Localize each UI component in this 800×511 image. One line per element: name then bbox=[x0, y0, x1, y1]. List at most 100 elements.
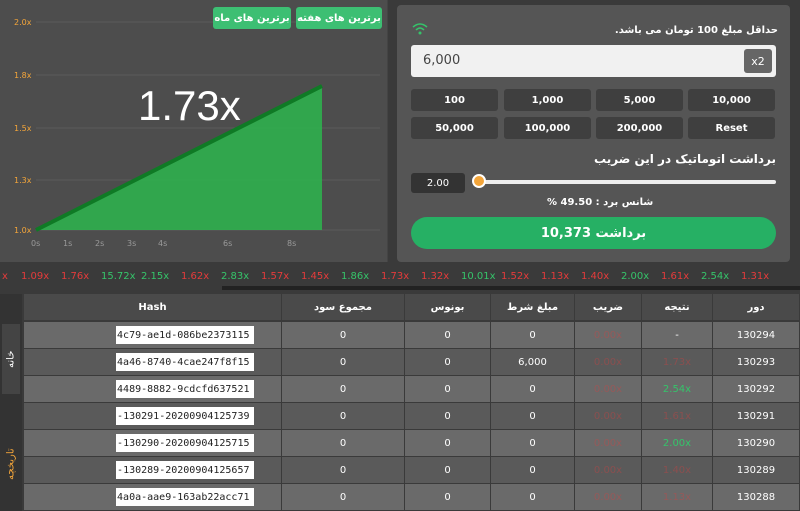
hash-field[interactable]: -130291-20200904125739 bbox=[115, 407, 254, 425]
win-chance: شانس برد : 49.50 % bbox=[547, 197, 654, 208]
multiplier-value: 0.00x bbox=[593, 356, 623, 368]
hash-cell: -130289-20200904125657 bbox=[24, 457, 282, 483]
multiplier-value: 0.00x bbox=[593, 437, 623, 449]
best-week-button[interactable]: برترین های هفته bbox=[296, 7, 382, 29]
hash-field[interactable]: -4489-8882-9cdcfd637521 bbox=[115, 380, 254, 398]
tab-home[interactable]: خانه bbox=[2, 324, 20, 394]
bet-cell: 0 bbox=[491, 322, 575, 348]
multiplier-cell: 0.00x bbox=[575, 430, 642, 456]
bet-cell: 0 bbox=[491, 376, 575, 402]
table-row: 130289 1.40x 0.00x 0 0 0 -130289-2020090412565… bbox=[24, 457, 800, 483]
result-cell: 2.54x bbox=[642, 376, 713, 402]
ticker-multiplier: x bbox=[2, 271, 8, 282]
bet-cell: 6,000 bbox=[491, 349, 575, 375]
multiplier-cell: 0.00x bbox=[575, 322, 642, 348]
side-tabs: خانه تاریخچه bbox=[0, 294, 22, 511]
quick-amount-button[interactable]: 100 bbox=[411, 89, 498, 111]
y-tick-label: 2.0x bbox=[14, 18, 32, 27]
result-value: 1.13x bbox=[662, 491, 692, 503]
best-month-button[interactable]: برترین های ماه bbox=[213, 7, 291, 29]
slider-handle[interactable] bbox=[472, 174, 486, 188]
ticker-multiplier: 15.72x bbox=[101, 271, 136, 282]
round-cell: 130290 bbox=[713, 430, 800, 456]
column-header: مبلغ شرط bbox=[491, 294, 575, 320]
quick-amount-button[interactable]: 1,000 bbox=[504, 89, 591, 111]
y-tick-label: 1.8x bbox=[14, 71, 32, 80]
x-tick-label: 3s bbox=[127, 239, 136, 248]
bonus-cell: 0 bbox=[405, 484, 491, 510]
result-cell: 2.00x bbox=[642, 430, 713, 456]
ticker-multiplier: 2.83x bbox=[221, 271, 250, 282]
ticker-multiplier: 1.09x bbox=[21, 271, 50, 282]
ticker-multiplier: 1.61x bbox=[661, 271, 690, 282]
result-value: 1.61x bbox=[662, 410, 692, 422]
column-header: دور bbox=[713, 294, 800, 320]
y-tick-label: 1.3x bbox=[14, 176, 32, 185]
profit-cell: 0 bbox=[282, 457, 405, 483]
y-tick-label: 1.5x bbox=[14, 124, 32, 133]
crash-chart-panel: 2.0x 1.8x 1.5x 1.3x 1.0x 0s 1s 2s 3s 4s 6s 8s برتر… bbox=[0, 0, 388, 262]
reset-button[interactable]: Reset bbox=[688, 117, 775, 139]
quick-amount-button[interactable]: 200,000 bbox=[596, 117, 683, 139]
hash-field[interactable]: -4a0a-aae9-163ab22acc71 bbox=[115, 488, 254, 506]
table-row: 130291 1.61x 0.00x 0 0 0 -130291-2020090412573… bbox=[24, 403, 800, 429]
profit-cell: 0 bbox=[282, 322, 405, 348]
quick-amount-button[interactable]: 50,000 bbox=[411, 117, 498, 139]
profit-cell: 0 bbox=[282, 349, 405, 375]
hash-cell: -130291-20200904125739 bbox=[24, 403, 282, 429]
column-header: مجموع سود bbox=[282, 294, 405, 320]
hash-field[interactable]: -4a46-8740-4cae247f8f15 bbox=[115, 353, 254, 371]
hash-cell: -4a46-8740-4cae247f8f15 bbox=[24, 349, 282, 375]
ticker-multiplier: 1.45x bbox=[301, 271, 330, 282]
double-button[interactable]: x2 bbox=[744, 49, 772, 73]
result-cell: 1.40x bbox=[642, 457, 713, 483]
hash-field[interactable]: -4c79-ae1d-086be2373115 bbox=[115, 326, 254, 344]
column-header: بونوس bbox=[405, 294, 491, 320]
table-row: 130293 1.73x 0.00x 6,000 0 0 -4a46-8740-4cae24… bbox=[24, 349, 800, 375]
current-multiplier: 1.73x bbox=[138, 82, 241, 129]
bonus-cell: 0 bbox=[405, 403, 491, 429]
table-row: 130288 1.13x 0.00x 0 0 0 -4a0a-aae9-163ab22acc… bbox=[24, 484, 800, 510]
x-tick-label: 0s bbox=[31, 239, 40, 248]
ticker-multiplier: 1.52x bbox=[501, 271, 530, 282]
auto-cashout-input[interactable]: 2.00 bbox=[411, 173, 465, 193]
quick-amount-button[interactable]: 100,000 bbox=[504, 117, 591, 139]
min-bet-note: حداقل مبلغ 100 تومان می باشد. bbox=[614, 25, 778, 36]
ticker-multiplier: 10.01x bbox=[461, 271, 496, 282]
ticker-multiplier: 1.13x bbox=[541, 271, 570, 282]
profit-cell: 0 bbox=[282, 484, 405, 510]
hash-field[interactable]: -130290-20200904125715 bbox=[115, 434, 254, 452]
wifi-icon bbox=[412, 23, 428, 35]
hash-cell: -4a0a-aae9-163ab22acc71 bbox=[24, 484, 282, 510]
bet-cell: 0 bbox=[491, 484, 575, 510]
bet-cell: 0 bbox=[491, 430, 575, 456]
bet-cell: 0 bbox=[491, 457, 575, 483]
round-cell: 130288 bbox=[713, 484, 800, 510]
round-cell: 130293 bbox=[713, 349, 800, 375]
multiplier-value: 0.00x bbox=[593, 410, 623, 422]
result-cell: 1.73x bbox=[642, 349, 713, 375]
x-tick-label: 1s bbox=[63, 239, 72, 248]
x-tick-label: 6s bbox=[223, 239, 232, 248]
ticker-multiplier: 2.00x bbox=[621, 271, 650, 282]
bonus-cell: 0 bbox=[405, 430, 491, 456]
cashout-button[interactable]: برداشت 10,373 bbox=[411, 217, 776, 249]
bet-cell: 0 bbox=[491, 403, 575, 429]
result-value: 1.73x bbox=[662, 356, 692, 368]
x-tick-label: 8s bbox=[287, 239, 296, 248]
x-tick-label: 2s bbox=[95, 239, 104, 248]
column-header: ضریب bbox=[575, 294, 642, 320]
crash-chart: 2.0x 1.8x 1.5x 1.3x 1.0x 0s 1s 2s 3s 4s 6s 8s bbox=[14, 18, 380, 248]
quick-amount-button[interactable]: 10,000 bbox=[688, 89, 775, 111]
tab-history[interactable]: تاریخچه bbox=[2, 424, 20, 504]
auto-cashout-slider[interactable] bbox=[477, 180, 776, 184]
ticker-scrollbar[interactable] bbox=[222, 286, 800, 290]
result-cell: 1.61x bbox=[642, 403, 713, 429]
ticker-multiplier: 1.31x bbox=[741, 271, 770, 282]
hash-field[interactable]: -130289-20200904125657 bbox=[115, 461, 254, 479]
bet-amount-input[interactable]: 6,000 x2 bbox=[411, 45, 776, 77]
hash-cell: -4489-8882-9cdcfd637521 bbox=[24, 376, 282, 402]
quick-amount-button[interactable]: 5,000 bbox=[596, 89, 683, 111]
ticker-multiplier: 1.32x bbox=[421, 271, 450, 282]
table-row: 130290 2.00x 0.00x 0 0 0 -130290-2020090412571… bbox=[24, 430, 800, 456]
